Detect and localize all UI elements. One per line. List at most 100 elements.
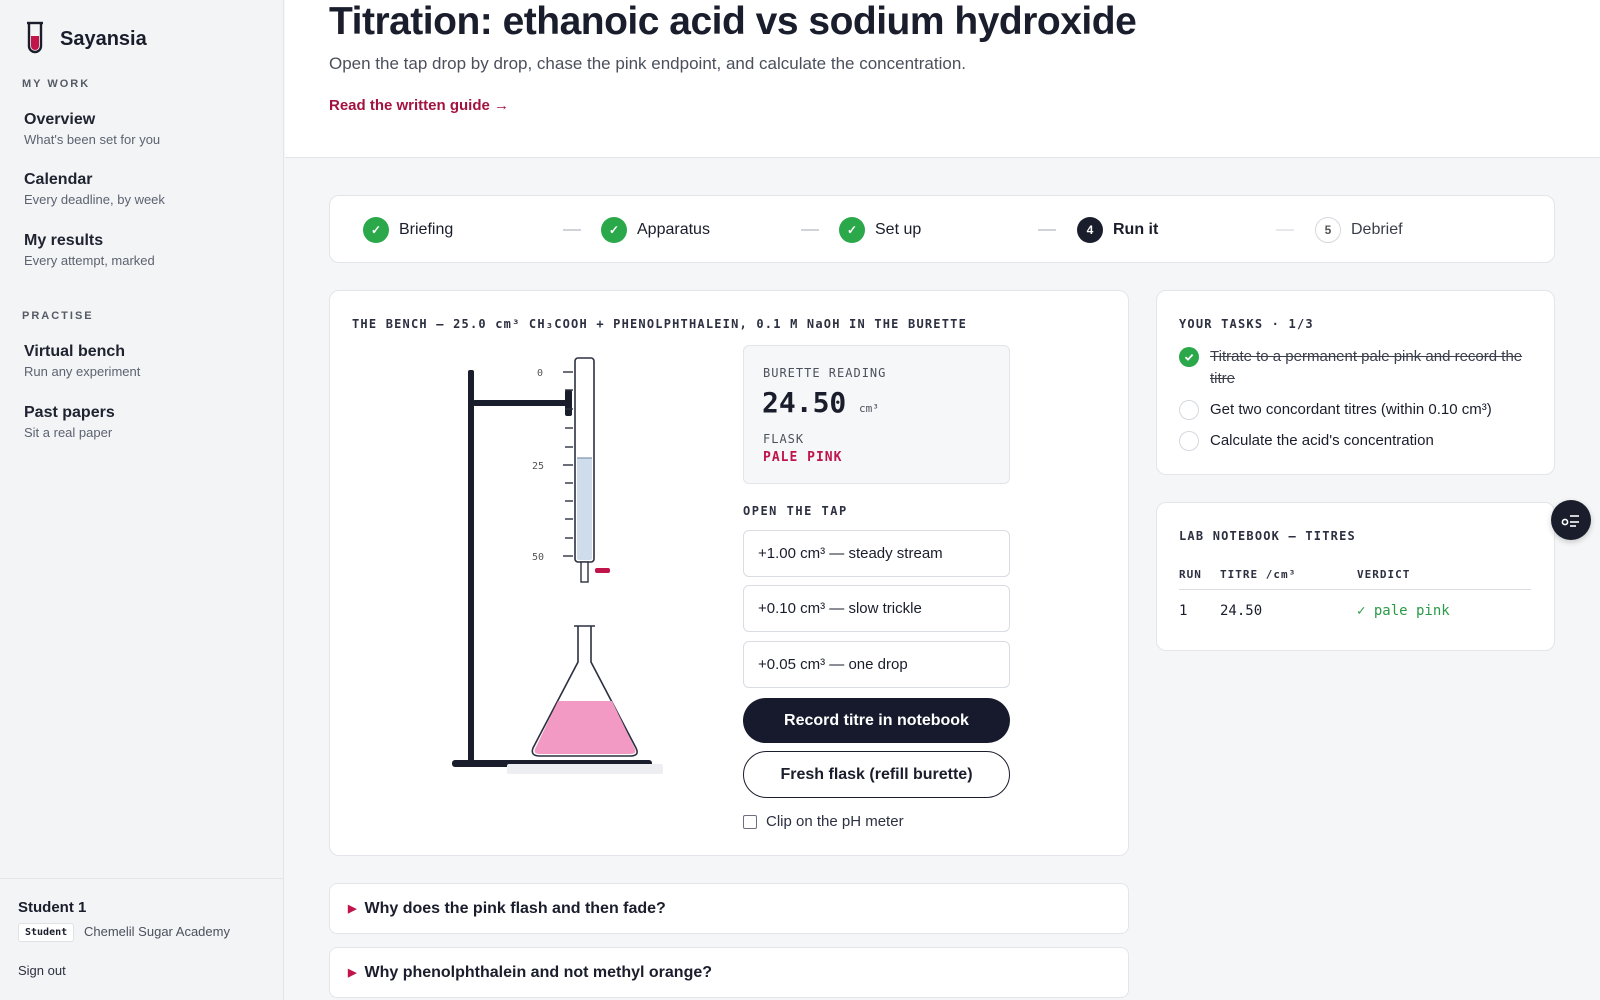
scale-label-25: 25 xyxy=(532,461,544,472)
step-number: 4 xyxy=(1077,217,1103,243)
brand[interactable]: Sayansia xyxy=(24,20,147,59)
open-tap-label: OPEN THE TAP xyxy=(743,504,848,518)
sidebar-item-calendar[interactable]: Calendar Every deadline, by week xyxy=(24,171,264,207)
brand-name: Sayansia xyxy=(60,28,147,50)
check-circle-icon xyxy=(1179,347,1199,367)
column-header-titre: TITRE /cm³ xyxy=(1220,568,1297,581)
sidebar-item-subtitle: What's been set for you xyxy=(24,132,161,147)
step-set-up[interactable]: ✓ Set up xyxy=(839,217,921,243)
progress-stepper: ✓ Briefing ✓ Apparatus ✓ Set up 4 Run it… xyxy=(329,195,1555,263)
burette-reading-panel: BURETTE READING 24.50 cm³ FLASK PALE PIN… xyxy=(743,345,1010,484)
role-badge: Student xyxy=(18,923,75,942)
sidebar-item-my-results[interactable]: My results Every attempt, marked xyxy=(24,232,264,268)
sidebar-item-past-papers[interactable]: Past papers Sit a real paper xyxy=(24,404,264,440)
task-item: Get two concordant titres (within 0.10 c… xyxy=(1179,399,1529,421)
step-label: Set up xyxy=(875,221,922,238)
step-connector xyxy=(563,229,581,231)
disclosure-triangle-icon: ▶ xyxy=(348,967,357,979)
page-title: Titration: ethanoic acid vs sodium hydro… xyxy=(329,0,1137,43)
step-label: Apparatus xyxy=(637,221,710,238)
user-name: Student 1 xyxy=(18,899,87,916)
notebook-label: LAB NOTEBOOK — TITRES xyxy=(1179,529,1356,543)
sidebar-item-title: Past papers xyxy=(24,404,115,421)
step-debrief[interactable]: 5 Debrief xyxy=(1315,217,1403,243)
page-header: Titration: ethanoic acid vs sodium hydro… xyxy=(285,0,1600,158)
bench-label: THE BENCH — 25.0 cm³ CH₃COOH + PHENOLPHT… xyxy=(352,317,967,331)
step-connector xyxy=(1276,229,1294,231)
flask-label: FLASK xyxy=(763,432,805,446)
sign-out-link[interactable]: Sign out xyxy=(18,963,66,978)
flask-state: PALE PINK xyxy=(763,450,843,465)
sidebar-item-subtitle: Every attempt, marked xyxy=(24,253,155,268)
tap-slow-trickle-button[interactable]: +0.10 cm³ — slow trickle xyxy=(743,585,1010,632)
faq-pink-flash[interactable]: ▶ Why does the pink flash and then fade? xyxy=(329,883,1129,934)
sidebar-item-overview[interactable]: Overview What's been set for you xyxy=(24,111,264,147)
empty-circle-icon xyxy=(1179,400,1199,420)
task-text: Get two concordant titres (within 0.10 c… xyxy=(1210,401,1492,418)
column-header-verdict: VERDICT xyxy=(1357,568,1411,581)
burette-reading-value: 24.50 xyxy=(762,386,847,419)
scale-label-50: 50 xyxy=(532,552,544,563)
fresh-flask-button[interactable]: Fresh flask (refill burette) xyxy=(743,751,1010,798)
scale-label-0: 0 xyxy=(537,368,543,379)
sidebar-item-title: My results xyxy=(24,232,104,249)
written-guide-link[interactable]: Read the written guide → xyxy=(329,97,509,114)
step-connector xyxy=(801,229,819,231)
sidebar-item-subtitle: Sit a real paper xyxy=(24,425,113,440)
school-name: Chemelil Sugar Academy xyxy=(84,924,230,939)
check-icon: ✓ xyxy=(363,217,389,243)
burette-reading-label: BURETTE READING xyxy=(763,366,887,380)
faq-phenolphthalein[interactable]: ▶ Why phenolphthalein and not methyl ora… xyxy=(329,947,1129,998)
step-label: Debrief xyxy=(1351,221,1403,238)
task-text: Titrate to a permanent pale pink and rec… xyxy=(1210,348,1523,387)
step-number: 5 xyxy=(1315,217,1341,243)
step-label: Run it xyxy=(1113,221,1159,238)
page-subtitle: Open the tap drop by drop, chase the pin… xyxy=(329,54,966,73)
user-panel: Student 1 Student Chemelil Sugar Academy… xyxy=(0,878,284,1000)
ph-meter-checkbox[interactable] xyxy=(743,814,757,829)
sidebar-item-subtitle: Run any experiment xyxy=(24,364,141,379)
sidebar: Sayansia MY WORK Overview What's been se… xyxy=(0,0,284,1000)
task-item: Calculate the acid's concentration xyxy=(1179,430,1529,452)
burette-stand-illustration: 0 25 50 xyxy=(452,357,663,774)
column-header-run: RUN xyxy=(1179,568,1202,581)
tap-one-drop-button[interactable]: +0.05 cm³ — one drop xyxy=(743,641,1010,688)
step-label: Briefing xyxy=(399,221,454,238)
assistant-toggle-button[interactable] xyxy=(1551,500,1591,540)
toggle-list-icon xyxy=(1561,515,1579,527)
record-titre-button[interactable]: Record titre in notebook xyxy=(743,698,1010,743)
check-icon: ✓ xyxy=(601,217,627,243)
ph-meter-toggle[interactable]: Clip on the pH meter xyxy=(743,813,904,830)
cell-titre: 24.50 xyxy=(1220,603,1263,619)
tap-steady-stream-button[interactable]: +1.00 cm³ — steady stream xyxy=(743,530,1010,577)
faq-question: Why phenolphthalein and not methyl orang… xyxy=(364,963,713,981)
section-label-my-work: MY WORK xyxy=(22,78,91,90)
sidebar-item-virtual-bench[interactable]: Virtual bench Run any experiment xyxy=(24,343,264,379)
task-item: Titrate to a permanent pale pink and rec… xyxy=(1179,346,1529,390)
tasks-label: YOUR TASKS · 1/3 xyxy=(1179,317,1314,331)
flask-solution xyxy=(534,701,636,754)
sidebar-item-title: Calendar xyxy=(24,171,93,188)
disclosure-triangle-icon: ▶ xyxy=(348,903,357,915)
step-briefing[interactable]: ✓ Briefing xyxy=(363,217,453,243)
empty-circle-icon xyxy=(1179,431,1199,451)
table-divider xyxy=(1179,589,1531,590)
burette-liquid xyxy=(577,458,592,560)
faq-question: Why does the pink flash and then fade? xyxy=(364,899,666,917)
step-apparatus[interactable]: ✓ Apparatus xyxy=(601,217,710,243)
step-run-it[interactable]: 4 Run it xyxy=(1077,217,1158,243)
cell-run: 1 xyxy=(1179,603,1188,619)
burette-reading-unit: cm³ xyxy=(859,402,879,415)
test-tube-logo-icon xyxy=(24,20,46,59)
step-connector xyxy=(1038,229,1056,231)
bench-card: THE BENCH — 25.0 cm³ CH₃COOH + PHENOLPHT… xyxy=(329,290,1129,856)
titration-apparatus: 0 25 50 xyxy=(430,346,670,791)
section-label-practise: PRACTISE xyxy=(22,310,94,322)
sidebar-item-title: Virtual bench xyxy=(24,343,126,360)
tasks-card: YOUR TASKS · 1/3 Titrate to a permanent … xyxy=(1156,290,1555,475)
lab-notebook-card: LAB NOTEBOOK — TITRES RUN TITRE /cm³ VER… xyxy=(1156,502,1555,651)
burette-tap-icon xyxy=(595,568,610,573)
sidebar-item-title: Overview xyxy=(24,111,96,128)
check-icon: ✓ xyxy=(839,217,865,243)
ph-meter-label: Clip on the pH meter xyxy=(766,813,904,830)
